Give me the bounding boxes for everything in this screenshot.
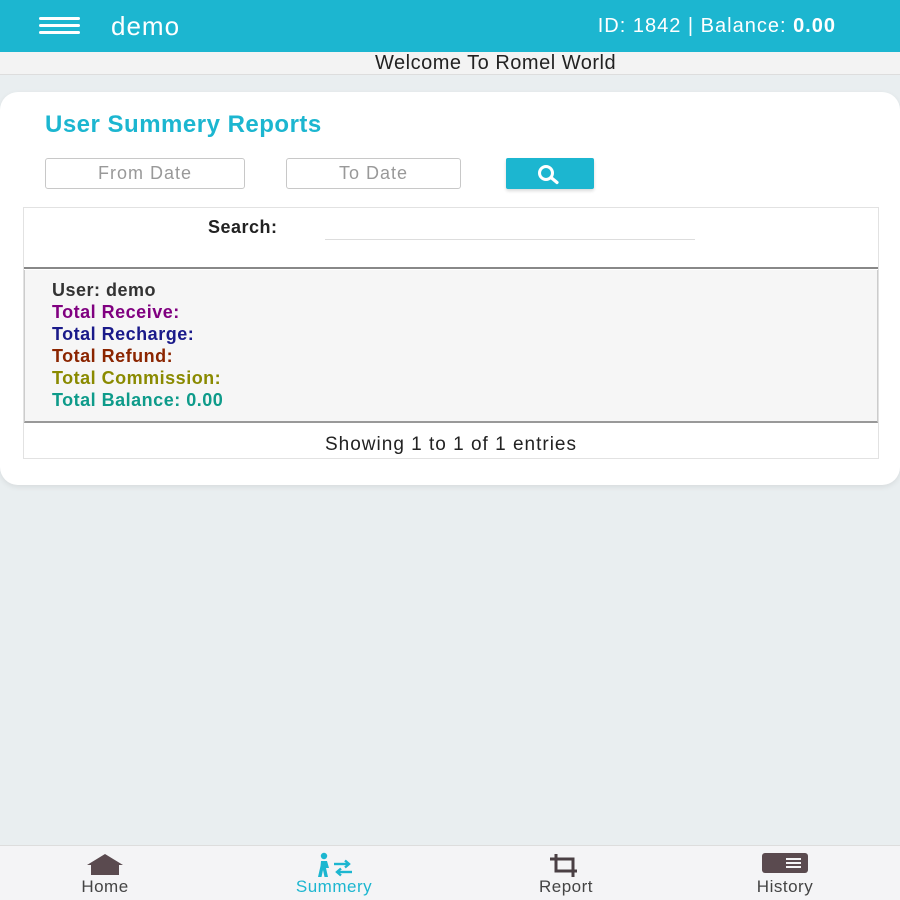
- report-card: User Summery Reports Search: User: demo …: [0, 92, 900, 485]
- search-icon: [538, 165, 559, 185]
- page-title: User Summery Reports: [45, 111, 322, 138]
- menu-icon[interactable]: [39, 17, 80, 35]
- app-header: demo ID: 1842 | Balance: 0.00: [0, 0, 900, 52]
- nav-report[interactable]: Report: [486, 846, 646, 900]
- table-search-label: Search:: [208, 217, 278, 237]
- table-header: [24, 246, 878, 269]
- welcome-marquee: Welcome To Romel World: [0, 52, 900, 75]
- from-date-input[interactable]: [45, 158, 245, 189]
- nav-summery-label: Summery: [295, 877, 373, 896]
- welcome-text: Welcome To Romel World: [375, 52, 617, 74]
- to-date-input[interactable]: [286, 158, 461, 189]
- card-icon: [761, 852, 809, 879]
- balance-value: 0.00: [793, 15, 836, 37]
- total-receive: Total Receive:: [52, 302, 180, 322]
- nav-report-label: Report: [538, 877, 594, 896]
- total-commission: Total Commission:: [52, 368, 222, 388]
- summary-table: Search: User: demo Total Receive: Total …: [23, 207, 879, 459]
- table-search-input[interactable]: [325, 212, 695, 240]
- user-name: User: demo: [52, 280, 157, 300]
- total-recharge: Total Recharge:: [52, 324, 195, 344]
- search-button[interactable]: [506, 158, 594, 189]
- total-balance: Total Balance: 0.00: [52, 390, 224, 410]
- account-id-label: ID: 1842 | Balance:: [597, 15, 794, 37]
- app-title: demo: [111, 11, 181, 41]
- nav-history[interactable]: History: [705, 846, 865, 900]
- nav-home[interactable]: Home: [25, 846, 185, 900]
- account-info: ID: 1842 | Balance: 0.00: [598, 15, 836, 38]
- total-refund: Total Refund:: [52, 346, 174, 366]
- nav-summery[interactable]: Summery: [254, 846, 414, 900]
- entries-info: Showing 1 to 1 of 1 entries: [325, 434, 577, 455]
- bottom-nav: Home Summery Report History: [0, 845, 900, 900]
- table-row: User: demo Total Receive: Total Recharge…: [24, 270, 878, 423]
- nav-home-label: Home: [81, 877, 129, 896]
- nav-history-label: History: [756, 877, 814, 896]
